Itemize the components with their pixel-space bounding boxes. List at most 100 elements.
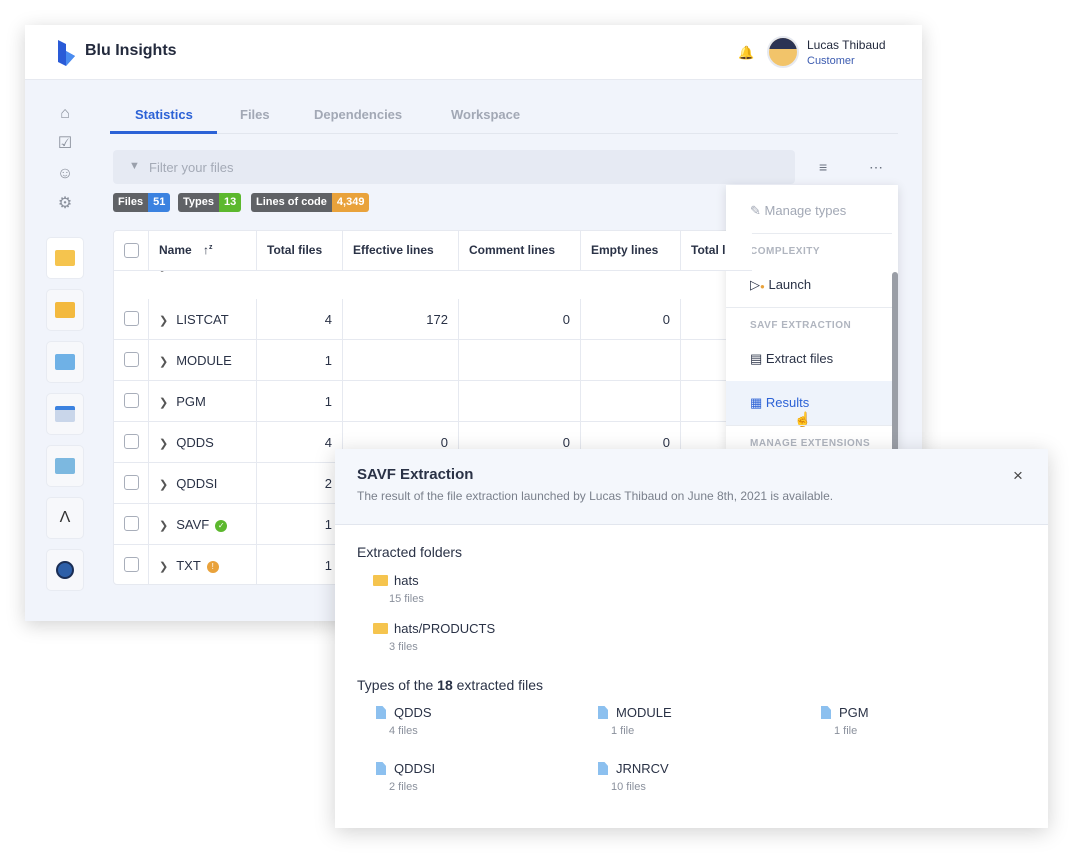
- lines-of-code-badge: Lines of code 4,349: [251, 193, 370, 212]
- section-savf-extraction: SAVF EXTRACTION: [750, 320, 852, 331]
- avatar[interactable]: [767, 36, 799, 68]
- file-icon: [376, 706, 386, 719]
- type-item[interactable]: MODULE 1 file: [598, 705, 672, 737]
- close-icon[interactable]: ×: [1013, 466, 1023, 486]
- row-checkbox[interactable]: [124, 434, 139, 449]
- row-select-cell: [114, 340, 149, 381]
- calendar-icon: [55, 406, 75, 422]
- total-cell: 1: [257, 545, 343, 584]
- row-select-cell: [114, 299, 149, 340]
- column-header-effective-lines[interactable]: Effective lines: [343, 231, 459, 271]
- row-checkbox[interactable]: [124, 475, 139, 490]
- folder-item[interactable]: hats/PRODUCTS 3 files: [373, 621, 495, 653]
- app-tile-compass[interactable]: Λ: [46, 497, 84, 539]
- types-heading: Types of the 18 extracted files: [357, 677, 544, 693]
- savf-extraction-dialog: SAVF Extraction The result of the file e…: [335, 449, 1048, 828]
- table-row[interactable]: ❯ PGM 1: [114, 381, 752, 422]
- file-icon: [821, 706, 831, 719]
- app-tile-calendar[interactable]: [46, 393, 84, 435]
- home-icon[interactable]: ⌂: [55, 104, 75, 124]
- app-tile-notes[interactable]: [46, 289, 84, 331]
- settings-sliders-icon[interactable]: ≡: [819, 159, 827, 175]
- users-icon[interactable]: ☺: [55, 164, 75, 184]
- folder-icon: [373, 575, 388, 586]
- column-header-total-files[interactable]: Total files: [257, 231, 343, 271]
- table-row[interactable]: ❯ MODULE 1: [114, 340, 752, 381]
- comment-cell: 0: [459, 299, 581, 340]
- type-item[interactable]: QDDSI 2 files: [376, 761, 435, 793]
- play-icon: ▷●: [750, 277, 765, 292]
- menu-divider: [726, 425, 892, 426]
- name-cell: ❯ SAVF ✓: [149, 504, 257, 545]
- section-complexity: COMPLEXITY: [750, 246, 821, 257]
- row-select-cell: [114, 504, 149, 545]
- row-checkbox[interactable]: [124, 311, 139, 326]
- type-item[interactable]: JRNRCV 10 files: [598, 761, 669, 793]
- comment-cell: [459, 340, 581, 381]
- app-tile-map[interactable]: [46, 341, 84, 383]
- menu-item-results[interactable]: ▦ Results ☝: [726, 381, 892, 427]
- row-checkbox[interactable]: [124, 352, 139, 367]
- dialog-header: SAVF Extraction The result of the file e…: [335, 449, 1048, 525]
- active-tab-indicator: [110, 131, 217, 134]
- type-item[interactable]: QDDS 4 files: [376, 705, 432, 737]
- dialog-subtitle: The result of the file extraction launch…: [357, 489, 834, 503]
- chevron-right-icon[interactable]: ❯: [159, 479, 168, 491]
- blu-insights-logo-icon: [58, 40, 75, 66]
- files-badge: Files 51: [113, 193, 171, 212]
- row-checkbox[interactable]: [124, 557, 139, 572]
- file-icon: [598, 706, 608, 719]
- column-header-empty-lines[interactable]: Empty lines: [581, 231, 681, 271]
- bell-icon[interactable]: 🔔: [738, 45, 754, 61]
- row-select-cell: [114, 381, 149, 422]
- extracted-folders-heading: Extracted folders: [357, 544, 463, 560]
- map-icon: [55, 354, 75, 370]
- tab-dependencies[interactable]: Dependencies: [314, 107, 402, 122]
- total-cell: 1: [257, 340, 343, 381]
- name-cell: ❯ LISTCAT: [149, 299, 257, 340]
- tab-files[interactable]: Files: [240, 107, 270, 122]
- gear-icon[interactable]: ⚙: [55, 194, 75, 214]
- folder-icon: [55, 250, 75, 266]
- total-cell: 1: [257, 504, 343, 545]
- checkbox-icon[interactable]: ☑: [55, 134, 75, 154]
- menu-divider: [726, 307, 892, 308]
- chevron-right-icon[interactable]: ❯: [159, 561, 168, 573]
- chevron-right-icon[interactable]: ❯: [159, 397, 168, 409]
- column-header-total-lines[interactable]: Total l: [681, 231, 752, 271]
- app-tile-files[interactable]: [46, 237, 84, 279]
- row-checkbox[interactable]: [124, 393, 139, 408]
- type-item[interactable]: PGM 1 file: [821, 705, 869, 737]
- filter-input[interactable]: ▼ Filter your files: [113, 150, 795, 184]
- notes-icon: [55, 302, 75, 318]
- tab-statistics[interactable]: Statistics: [135, 107, 193, 122]
- folder-item[interactable]: hats 15 files: [373, 573, 424, 605]
- tab-workspace[interactable]: Workspace: [451, 107, 520, 122]
- more-options-icon[interactable]: ⋯: [869, 159, 883, 176]
- table-row[interactable]: ❯ LISTCAT 4 172 0 0: [114, 299, 752, 340]
- chart-icon: ▦: [750, 395, 763, 410]
- row-select-cell: [114, 463, 149, 504]
- chevron-right-icon[interactable]: ❯: [159, 356, 168, 368]
- row-checkbox[interactable]: [124, 516, 139, 531]
- column-header-name[interactable]: Name ↑z: [149, 231, 257, 271]
- column-header-comment-lines[interactable]: Comment lines: [459, 231, 581, 271]
- chevron-right-icon[interactable]: ❯: [159, 315, 168, 327]
- select-all-header: [114, 231, 149, 271]
- menu-scrollbar[interactable]: [892, 272, 898, 450]
- tab-divider: [110, 133, 898, 134]
- sort-icon[interactable]: ↑z: [203, 243, 213, 257]
- menu-item-manage-types[interactable]: ✎ Manage types: [726, 189, 892, 233]
- select-all-checkbox[interactable]: [124, 243, 139, 258]
- name-cell: ❯ TXT!: [149, 545, 257, 584]
- chevron-right-icon[interactable]: ❯: [159, 438, 168, 450]
- total-cell: 2: [257, 463, 343, 504]
- chevron-right-icon[interactable]: ❯: [159, 520, 168, 532]
- menu-item-extract-files[interactable]: ▤ Extract files: [726, 337, 892, 381]
- warning-icon: !: [206, 561, 219, 573]
- user-name: Lucas Thibaud: [807, 38, 886, 52]
- app-tile-sync[interactable]: [46, 549, 84, 591]
- section-manage-extensions: MANAGE EXTENSIONS: [750, 438, 871, 449]
- empty-cell: [581, 340, 681, 381]
- app-tile-dashboard[interactable]: [46, 445, 84, 487]
